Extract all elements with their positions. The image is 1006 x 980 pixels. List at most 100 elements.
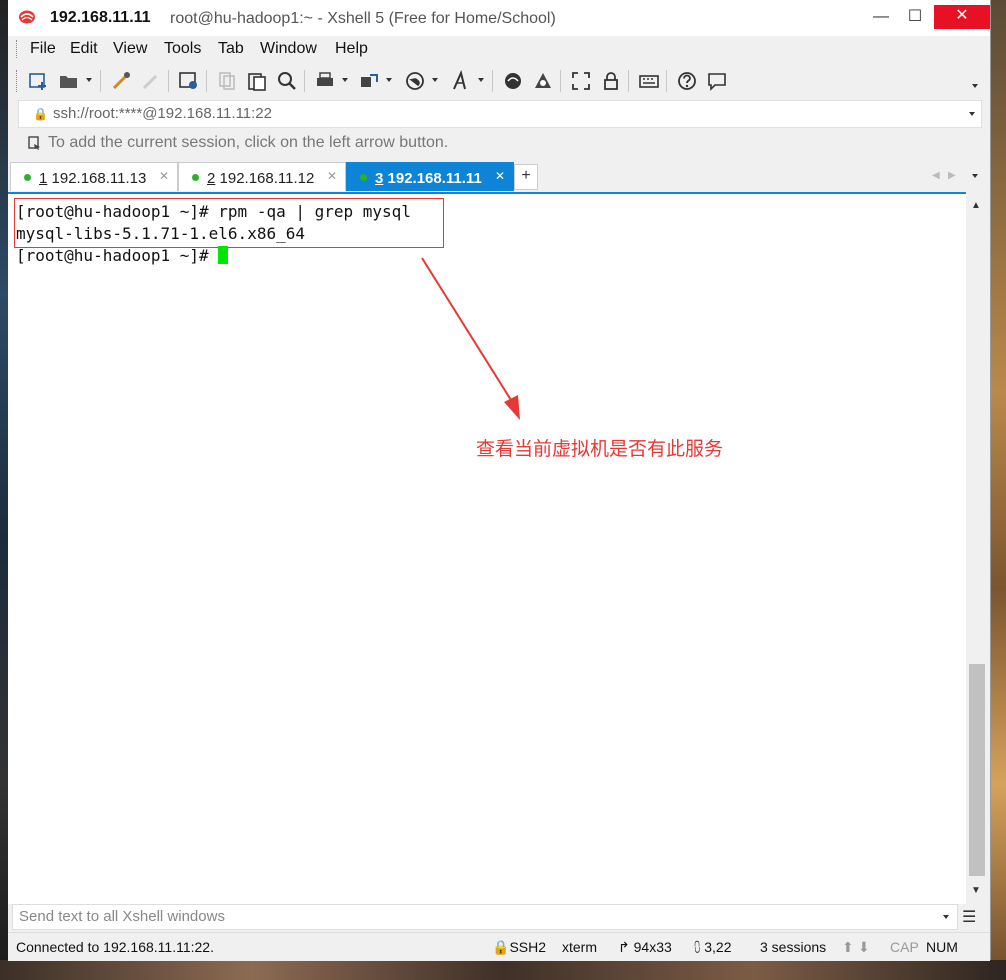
- send-text-input[interactable]: Send text to all Xshell windows: [12, 904, 958, 930]
- find-icon[interactable]: [276, 70, 298, 92]
- close-tab-icon[interactable]: ✕: [495, 169, 505, 183]
- tab-number: 1: [39, 170, 48, 187]
- size-icon: ↱: [618, 939, 634, 955]
- chat-icon[interactable]: [706, 70, 728, 92]
- toolbar-separator: [492, 70, 493, 92]
- print-icon[interactable]: [314, 70, 336, 92]
- menu-view[interactable]: View: [113, 40, 147, 58]
- keyboard-icon[interactable]: [638, 70, 660, 92]
- terminal-area[interactable]: [root@hu-hadoop1 ~]# rpm -qa | grep mysq…: [8, 192, 966, 904]
- disconnect-icon[interactable]: [140, 70, 162, 92]
- title-bar: 192.168.11.11 root@hu-hadoop1:~ - Xshell…: [8, 0, 990, 36]
- desktop-background-left: [0, 0, 8, 980]
- send-target-dropdown-icon[interactable]: [943, 915, 949, 919]
- menu-edit[interactable]: Edit: [70, 40, 98, 58]
- lock-icon: 🔒: [33, 107, 48, 121]
- scroll-down-icon[interactable]: ▼: [971, 885, 981, 896]
- address-dropdown-icon[interactable]: [969, 112, 975, 116]
- open-dropdown-icon[interactable]: [86, 78, 92, 82]
- paste-icon[interactable]: [246, 70, 268, 92]
- new-session-icon[interactable]: [28, 70, 50, 92]
- help-icon[interactable]: [676, 70, 698, 92]
- window-title: root@hu-hadoop1:~ - Xshell 5 (Free for H…: [170, 10, 556, 27]
- hamburger-menu-icon[interactable]: ☰: [962, 907, 976, 927]
- menu-file[interactable]: File: [30, 40, 56, 58]
- menu-tab[interactable]: Tab: [218, 40, 244, 58]
- menu-bar: File Edit View Tools Tab Window Help: [8, 36, 990, 62]
- tab-list-dropdown-icon[interactable]: [972, 174, 978, 178]
- session-hint-bar: To add the current session, click on the…: [18, 130, 980, 156]
- scroll-up-icon[interactable]: ▲: [971, 200, 981, 211]
- close-tab-icon[interactable]: ✕: [159, 169, 169, 183]
- globe-dropdown-icon[interactable]: [432, 78, 438, 82]
- status-bar: Connected to 192.168.11.11:22. 🔒SSH2 xte…: [8, 932, 990, 961]
- xftp-icon[interactable]: [502, 70, 524, 92]
- lock-icon: 🔒: [492, 939, 510, 955]
- xmanager-icon[interactable]: [532, 70, 554, 92]
- new-tab-button[interactable]: +: [514, 164, 538, 190]
- terminal-cursor: [218, 246, 229, 264]
- toolbar-separator: [560, 70, 561, 92]
- fullscreen-icon[interactable]: [570, 70, 592, 92]
- toolbar-separator: [666, 70, 667, 92]
- vertical-scrollbar[interactable]: ▲ ▼: [966, 194, 988, 902]
- tab-host: 192.168.11.13: [51, 170, 147, 187]
- font-icon[interactable]: [450, 70, 472, 92]
- transfer-icon[interactable]: [358, 70, 380, 92]
- compose-bar: Send text to all Xshell windows ☰: [8, 904, 990, 930]
- tab-scroll-left-icon[interactable]: ◀: [932, 170, 940, 181]
- tab-label: 3 192.168.11.11: [375, 170, 482, 187]
- menu-window[interactable]: Window: [260, 40, 317, 58]
- copy-icon[interactable]: [216, 70, 238, 92]
- font-dropdown-icon[interactable]: [478, 78, 484, 82]
- caps-lock-indicator: CAP: [890, 939, 919, 955]
- cursor-position-value: 3,22: [704, 939, 732, 955]
- tab-number: 3: [375, 170, 384, 187]
- address-bar[interactable]: 🔒 ssh://root:****@192.168.11.11:22: [18, 100, 982, 128]
- transfer-dropdown-icon[interactable]: [386, 78, 392, 82]
- connection-status: Connected to 192.168.11.11:22.: [16, 939, 214, 955]
- xshell-window: 192.168.11.11 root@hu-hadoop1:~ - Xshell…: [8, 0, 991, 961]
- tab-session-3[interactable]: 3 192.168.11.11 ✕: [346, 162, 514, 191]
- annotation-text: 查看当前虚拟机是否有此服务: [476, 438, 724, 460]
- send-text-placeholder: Send text to all Xshell windows: [19, 908, 225, 925]
- cursor-position-icon: ⩇: [694, 939, 705, 955]
- tab-host: 192.168.11.11: [387, 170, 482, 187]
- close-tab-icon[interactable]: ✕: [327, 169, 337, 183]
- terminal-prompt: [root@hu-hadoop1 ~]#: [16, 246, 219, 265]
- arrow-up-icon[interactable]: ⬆: [842, 939, 854, 956]
- menu-tools[interactable]: Tools: [164, 40, 201, 58]
- open-folder-icon[interactable]: [58, 70, 80, 92]
- tab-scroll-right-icon[interactable]: ▶: [948, 170, 956, 181]
- desktop-background-right: [990, 0, 1006, 980]
- lock-icon[interactable]: [600, 70, 622, 92]
- toolbar-overflow-icon[interactable]: [972, 84, 978, 88]
- tab-session-1[interactable]: 1 192.168.11.13 ✕: [10, 162, 178, 191]
- toolbar-separator: [206, 70, 207, 92]
- terminal-line: [root@hu-hadoop1 ~]# rpm -qa | grep mysq…: [16, 202, 411, 221]
- address-input[interactable]: ssh://root:****@192.168.11.11:22: [53, 105, 272, 122]
- minimize-button[interactable]: —: [866, 6, 896, 28]
- close-button[interactable]: ✕: [934, 5, 990, 29]
- terminal-size: ↱ 94x33: [618, 939, 672, 956]
- arrow-down-icon[interactable]: ⬇: [858, 939, 870, 956]
- globe-icon[interactable]: [404, 70, 426, 92]
- tab-label: 2 192.168.11.12: [207, 170, 314, 187]
- tab-session-2[interactable]: 2 192.168.11.12 ✕: [178, 162, 346, 191]
- num-lock-indicator: NUM: [926, 939, 958, 955]
- tab-bar: 1 192.168.11.13 ✕ 2 192.168.11.12 ✕ 3 19…: [8, 160, 990, 192]
- add-session-arrow-icon[interactable]: [28, 136, 42, 150]
- annotation-arrow: [421, 257, 520, 420]
- reconnect-icon[interactable]: [110, 70, 132, 92]
- menu-help[interactable]: Help: [335, 40, 368, 58]
- print-dropdown-icon[interactable]: [342, 78, 348, 82]
- connected-status-icon: [192, 174, 199, 181]
- connected-status-icon: [24, 174, 31, 181]
- scrollbar-thumb[interactable]: [969, 664, 985, 876]
- terminal-prompt-line: [root@hu-hadoop1 ~]#: [16, 246, 229, 265]
- protocol-label: SSH2: [509, 939, 547, 955]
- xshell-logo-icon: [19, 10, 35, 24]
- maximize-button[interactable]: ☐: [900, 6, 930, 28]
- terminal-type: xterm: [562, 939, 597, 955]
- session-properties-icon[interactable]: [178, 70, 200, 92]
